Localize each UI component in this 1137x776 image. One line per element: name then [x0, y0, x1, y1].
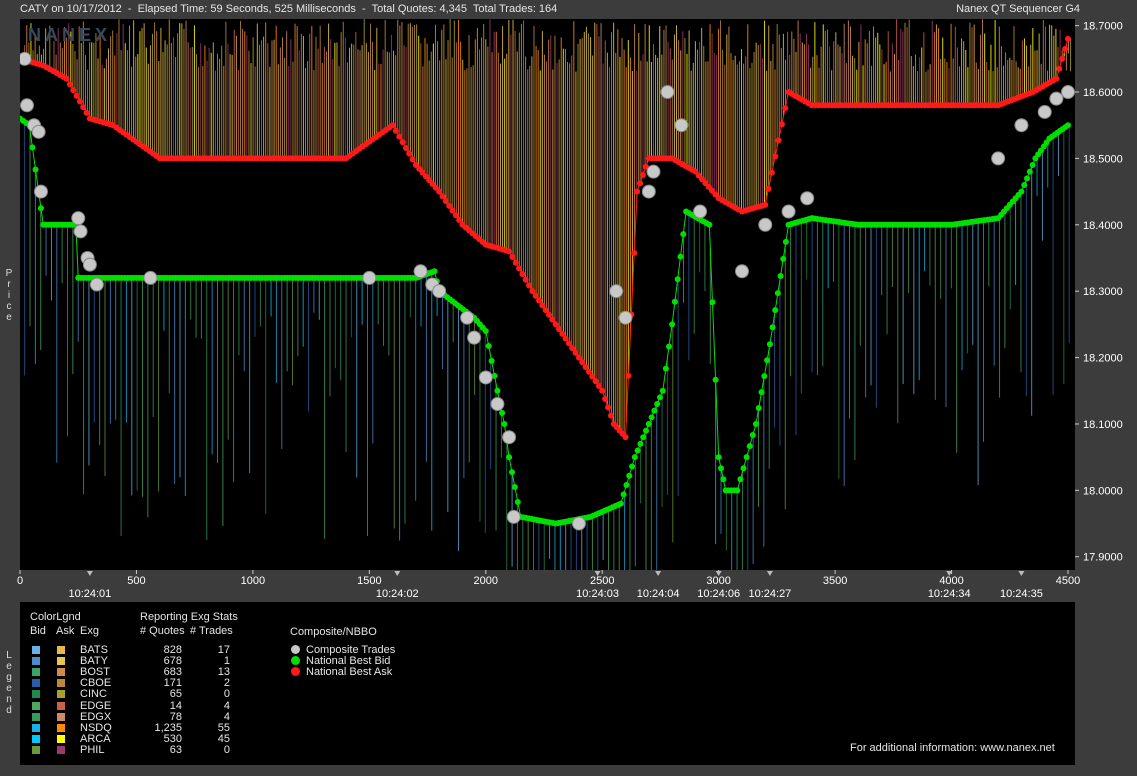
x-tick-label: 1500	[357, 575, 381, 587]
bid-swatch	[32, 668, 40, 677]
ask-swatch	[57, 712, 65, 721]
x-tick-label: 3500	[823, 575, 847, 587]
x-tick-label: 0	[17, 575, 23, 587]
time-label: 10:24:03	[576, 588, 619, 600]
time-marker	[766, 571, 773, 576]
y-tick-label: 18.3000	[1083, 286, 1123, 298]
x-tick-label: 500	[127, 575, 145, 587]
bid-swatch	[32, 712, 40, 721]
y-tick-label: 18.2000	[1083, 353, 1123, 365]
y-tick-label: 18.7000	[1083, 21, 1123, 33]
footer-link[interactable]: For additional information: www.nanex.ne…	[850, 742, 1055, 754]
trade-count: 0	[223, 743, 230, 756]
bid-swatch	[32, 701, 40, 710]
ask-swatch	[57, 679, 65, 688]
composite-title: Composite/NBBO	[290, 626, 377, 638]
col-ask: Ask	[56, 625, 75, 637]
time-label: 10:24:02	[376, 588, 419, 600]
ask-swatch	[57, 668, 65, 677]
x-tick-label: 4000	[939, 575, 963, 587]
col-quotes: # Quotes	[140, 625, 185, 637]
composite-label: National Best Ask	[306, 666, 393, 678]
bid-swatch	[32, 723, 40, 732]
bid-swatch	[32, 657, 40, 666]
bid-swatch	[32, 679, 40, 688]
y-tick-label: 17.9000	[1083, 552, 1123, 564]
x-tick-label: 2000	[474, 575, 498, 587]
time-label: 10:24:01	[68, 588, 111, 600]
time-label: 10:24:06	[697, 588, 740, 600]
y-tick-label: 18.5000	[1083, 153, 1123, 165]
ask-swatch	[57, 734, 65, 743]
x-tick-label: 3000	[706, 575, 730, 587]
ask-swatch	[57, 701, 65, 710]
legend-panel: ColorLgnd Reporting Exg Stats Bid Ask Ex…	[20, 602, 1075, 765]
axes: 17.9000 18.0000 18.1000 18.2000 18.3000 18.40…	[17, 21, 1123, 600]
y-tick-label: 18.4000	[1083, 220, 1123, 232]
y-tick-label: 18.6000	[1083, 87, 1123, 99]
exchange-name: PHIL	[80, 743, 105, 756]
time-label: 10:24:34	[928, 588, 971, 600]
legend-dot	[291, 667, 300, 676]
time-marker	[655, 571, 662, 576]
time-marker	[86, 571, 93, 576]
legend-dot	[291, 656, 300, 665]
time-marker	[1018, 571, 1025, 576]
y-tick-label: 18.0000	[1083, 485, 1123, 497]
time-label: 10:24:27	[748, 588, 791, 600]
time-marker	[394, 571, 401, 576]
bid-swatch	[32, 646, 40, 654]
color-legend-title: ColorLgnd	[30, 611, 81, 623]
ask-swatch	[57, 745, 65, 754]
ask-swatch	[57, 646, 65, 654]
ask-swatch	[57, 657, 65, 666]
ask-swatch	[57, 723, 65, 732]
col-exg: Exg	[80, 625, 99, 637]
x-tick-label: 4500	[1056, 575, 1080, 587]
time-label: 10:24:04	[637, 588, 680, 600]
x-tick-label: 1000	[241, 575, 265, 587]
ask-swatch	[57, 690, 65, 699]
time-label: 10:24:35	[1000, 588, 1043, 600]
bid-swatch	[32, 734, 40, 743]
bid-swatch	[32, 745, 40, 754]
legend-side-label: Legend	[6, 650, 12, 716]
col-bid: Bid	[30, 625, 46, 637]
reporting-title: Reporting Exg Stats	[140, 611, 238, 623]
x-tick-label: 2500	[590, 575, 614, 587]
quote-count: 63	[169, 743, 182, 756]
col-trades: # Trades	[190, 625, 233, 637]
legend-dot	[291, 645, 300, 654]
bid-swatch	[32, 690, 40, 699]
y-tick-label: 18.1000	[1083, 419, 1123, 431]
